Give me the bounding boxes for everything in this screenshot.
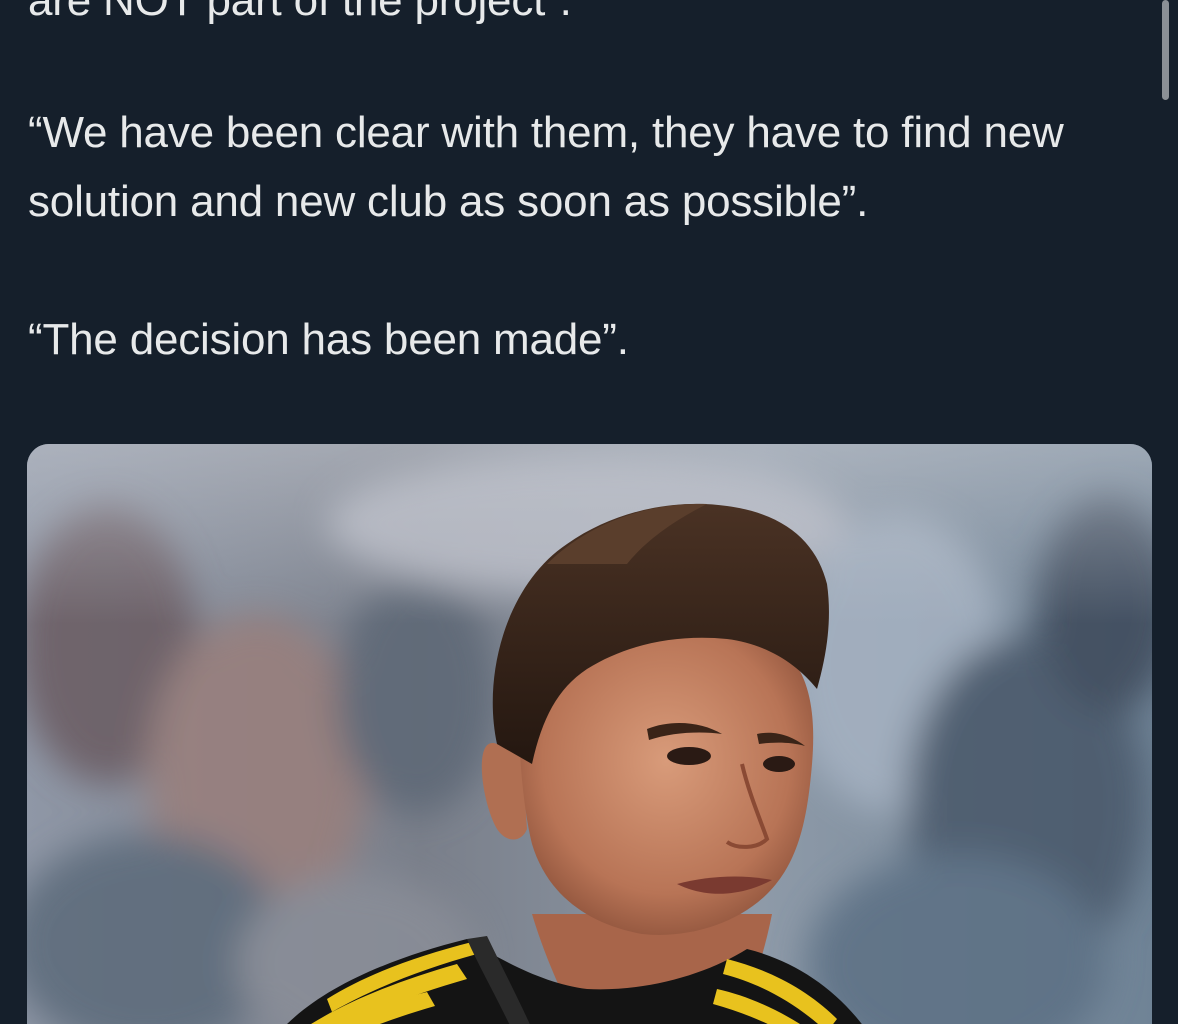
tweet-view: are NOT part of the project”. “We have b… [0, 0, 1178, 1024]
footballer-photo [27, 444, 1152, 1024]
tweet-media-image[interactable] [27, 444, 1152, 1024]
tweet-paragraph-quote-2: “The decision has been made”. [28, 315, 629, 364]
tweet-text: “We have been clear with them, they have… [28, 98, 1153, 443]
scrollbar-thumb[interactable] [1162, 0, 1169, 100]
tweet-text-cut-line: are NOT part of the project”. [28, 0, 572, 25]
tweet-paragraph-quote-1: “We have been clear with them, they have… [28, 108, 1064, 226]
